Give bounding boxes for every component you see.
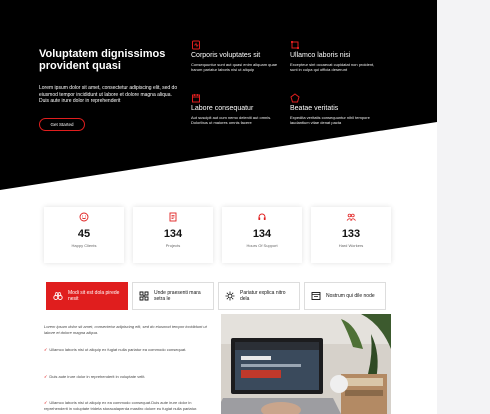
feature-description: Excepteur sint occaecat cupidatat non pr… xyxy=(290,62,375,72)
binoculars-icon xyxy=(53,292,63,300)
feature-title: Corporis voluptates sit xyxy=(191,52,261,59)
page: Voluptatem dignissimos provident quasi L… xyxy=(0,0,437,414)
tab-3[interactable]: Pariatur explica nitro dela xyxy=(218,282,300,310)
check-icon: ✓ xyxy=(44,347,48,352)
feature-title: Beatae veritatis xyxy=(290,105,339,112)
feature-tabs: Modi sit est dola pirede nesit Unde prae… xyxy=(46,282,386,310)
feature-title: Labore consequatur xyxy=(191,105,254,112)
tab-label: Modi sit est dola pirede nesit xyxy=(68,290,120,302)
people-icon xyxy=(346,213,356,221)
command-icon xyxy=(311,292,321,300)
calendar-icon xyxy=(192,94,200,103)
feature-description: Consequuntur sunt aut quasi enim aliquam… xyxy=(191,62,278,72)
stat-label: Hard Workers xyxy=(338,243,364,248)
check-text: Duis aute irure dolor in reprehenderit i… xyxy=(49,374,146,379)
laptop-photo-illustration xyxy=(221,314,391,414)
feature-title: Ullamco laboris nisi xyxy=(290,52,351,59)
tab-1[interactable]: Modi sit est dola pirede nesit xyxy=(46,282,128,310)
check-list-item: ✓ Duis aute irure dolor in reprehenderit … xyxy=(44,374,214,380)
laptop-photo xyxy=(221,314,391,414)
hero-description: Lorem ipsum dolor sit amet, consectetur … xyxy=(39,85,178,104)
stat-number: 134 xyxy=(163,228,183,240)
stat-label: Happy Clients xyxy=(71,243,97,248)
check-icon: ✓ xyxy=(44,374,48,379)
box-seam-icon xyxy=(139,291,149,301)
feature-item: Beatae veritatis Expedita veritatis cons… xyxy=(290,93,382,125)
feature-item: Labore consequatur Aut suscipit aut cum … xyxy=(191,93,283,125)
tab-label: Nostrum qui dile node xyxy=(326,293,375,299)
feature-item: Corporis voluptates sit Consequuntur sun… xyxy=(191,40,283,72)
page-background xyxy=(437,0,490,414)
stat-card: 45 Happy Clients xyxy=(44,207,124,263)
stat-card: 134 Hours Of Support xyxy=(222,207,302,263)
get-started-button[interactable]: Get Started xyxy=(39,118,85,131)
stat-number: 133 xyxy=(341,228,361,240)
stat-card: 134 Projects xyxy=(133,207,213,263)
journal-icon xyxy=(169,212,177,222)
tab-label: Pariatur explica nitro dela xyxy=(240,290,286,302)
feature-item: Ullamco laboris nisi Excepteur sint occa… xyxy=(290,40,382,72)
bounding-box-icon xyxy=(291,41,299,49)
tab-4[interactable]: Nostrum qui dile node xyxy=(304,282,386,310)
headset-icon xyxy=(258,213,266,220)
check-list-item: ✓ Ullamco laboris nisi ut aliquip ex ea c… xyxy=(44,400,214,411)
check-text: Ullamco laboris nisi ut aliquip ex ea co… xyxy=(44,400,198,411)
stat-number: 45 xyxy=(77,228,91,240)
tab-label: Unde praesenti mara setra le xyxy=(154,290,201,302)
emoji-smile-icon xyxy=(79,212,89,222)
hero-title: Voluptatem dignissimos provident quasi xyxy=(39,48,166,72)
stat-card: 133 Hard Workers xyxy=(311,207,391,263)
brightness-icon xyxy=(225,291,235,301)
check-icon: ✓ xyxy=(44,400,48,405)
check-list-item: ✓ Ullamco laboris nisi ut aliquip ex fugi… xyxy=(44,347,214,353)
feature-description: Expedita veritatis consequuntur nihil te… xyxy=(290,115,370,125)
stat-label: Projects xyxy=(165,243,181,248)
pentagon-icon xyxy=(290,93,300,103)
stat-label: Hours Of Support xyxy=(246,243,278,248)
stat-number: 134 xyxy=(252,228,272,240)
tab-lead-text: Lorem ipsum dolor sit amet, consectetur … xyxy=(44,324,207,335)
feature-description: Aut suscipit aut cum nemo deleniti aut o… xyxy=(191,115,272,125)
tab-2[interactable]: Unde praesenti mara setra le xyxy=(132,282,214,310)
check-text: Ullamco laboris nisi ut aliquip ex fugia… xyxy=(49,347,187,352)
activity-icon xyxy=(192,40,200,50)
